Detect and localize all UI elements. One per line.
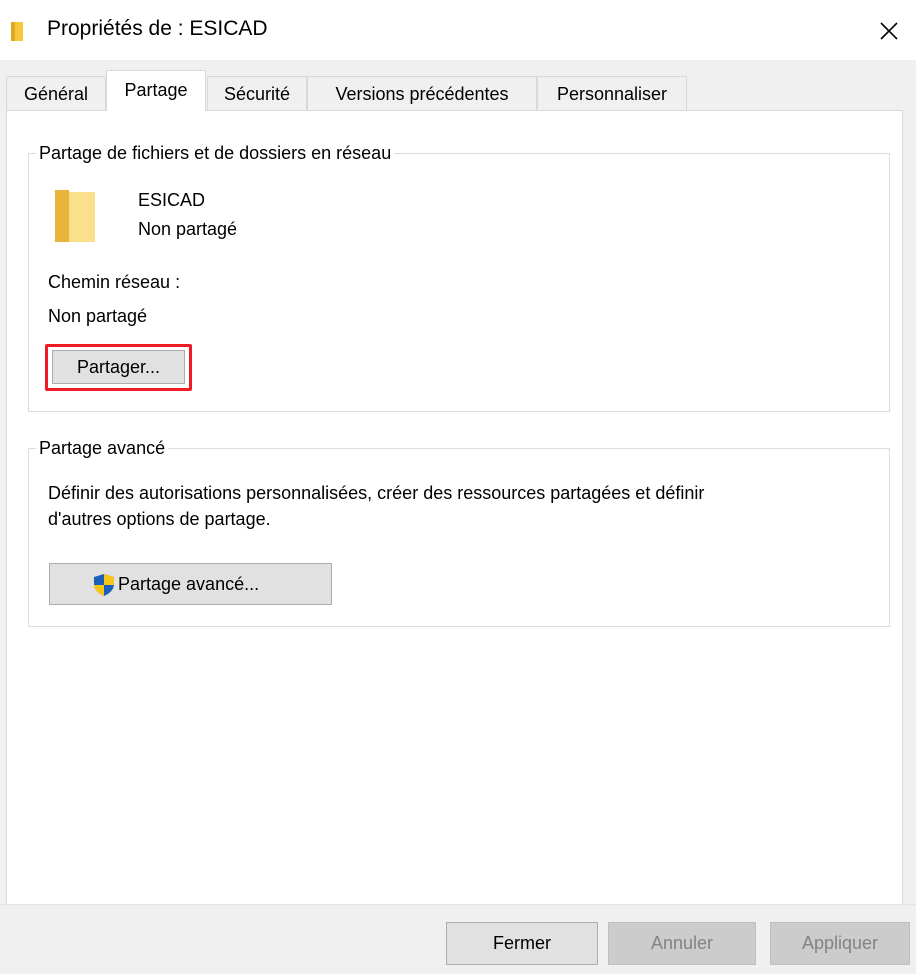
share-button-highlight (45, 344, 192, 391)
advanced-sharing-button[interactable]: Partage avancé... (49, 563, 332, 605)
footer-separator (0, 904, 916, 905)
tab-label: Général (23, 84, 89, 104)
tab-versions-precedentes[interactable]: Versions précédentes (307, 76, 537, 110)
tab-personnaliser[interactable]: Personnaliser (537, 76, 687, 110)
advanced-sharing-description-line2: d'autres options de partage. (48, 509, 271, 529)
cancel-button-label: Annuler (650, 933, 714, 953)
advanced-sharing-button-label: Partage avancé... (118, 573, 260, 594)
close-dialog-button-label: Fermer (493, 933, 551, 953)
apply-button[interactable]: Appliquer (770, 922, 910, 965)
tab-partage[interactable]: Partage (106, 70, 206, 111)
network-path-value: Non partagé (48, 306, 148, 326)
folder-icon (11, 22, 23, 41)
tab-label: Personnaliser (556, 84, 668, 104)
folder-icon (55, 190, 95, 242)
uac-shield-icon (94, 574, 114, 596)
close-icon (880, 22, 898, 40)
title-bar: Propriétés de : ESICAD (0, 0, 916, 60)
close-dialog-button[interactable]: Fermer (446, 922, 598, 965)
tab-label: Versions précédentes (335, 84, 509, 104)
network-path-label: Chemin réseau : (48, 272, 181, 292)
advanced-sharing-legend: Partage avancé (36, 437, 169, 459)
apply-button-label: Appliquer (801, 933, 879, 953)
window-title: Propriétés de : ESICAD (47, 17, 268, 40)
folder-status: Non partagé (138, 219, 238, 239)
advanced-sharing-description-line1: Définir des autorisations personnalisées… (48, 483, 705, 503)
network-sharing-legend: Partage de fichiers et de dossiers en ré… (36, 142, 395, 164)
tab-label: Partage (124, 80, 188, 100)
folder-name: ESICAD (138, 190, 206, 210)
close-button[interactable] (872, 14, 906, 48)
tab-general[interactable]: Général (6, 76, 106, 110)
cancel-button[interactable]: Annuler (608, 922, 756, 965)
tab-label: Sécurité (223, 84, 291, 104)
tab-securite[interactable]: Sécurité (207, 76, 307, 110)
